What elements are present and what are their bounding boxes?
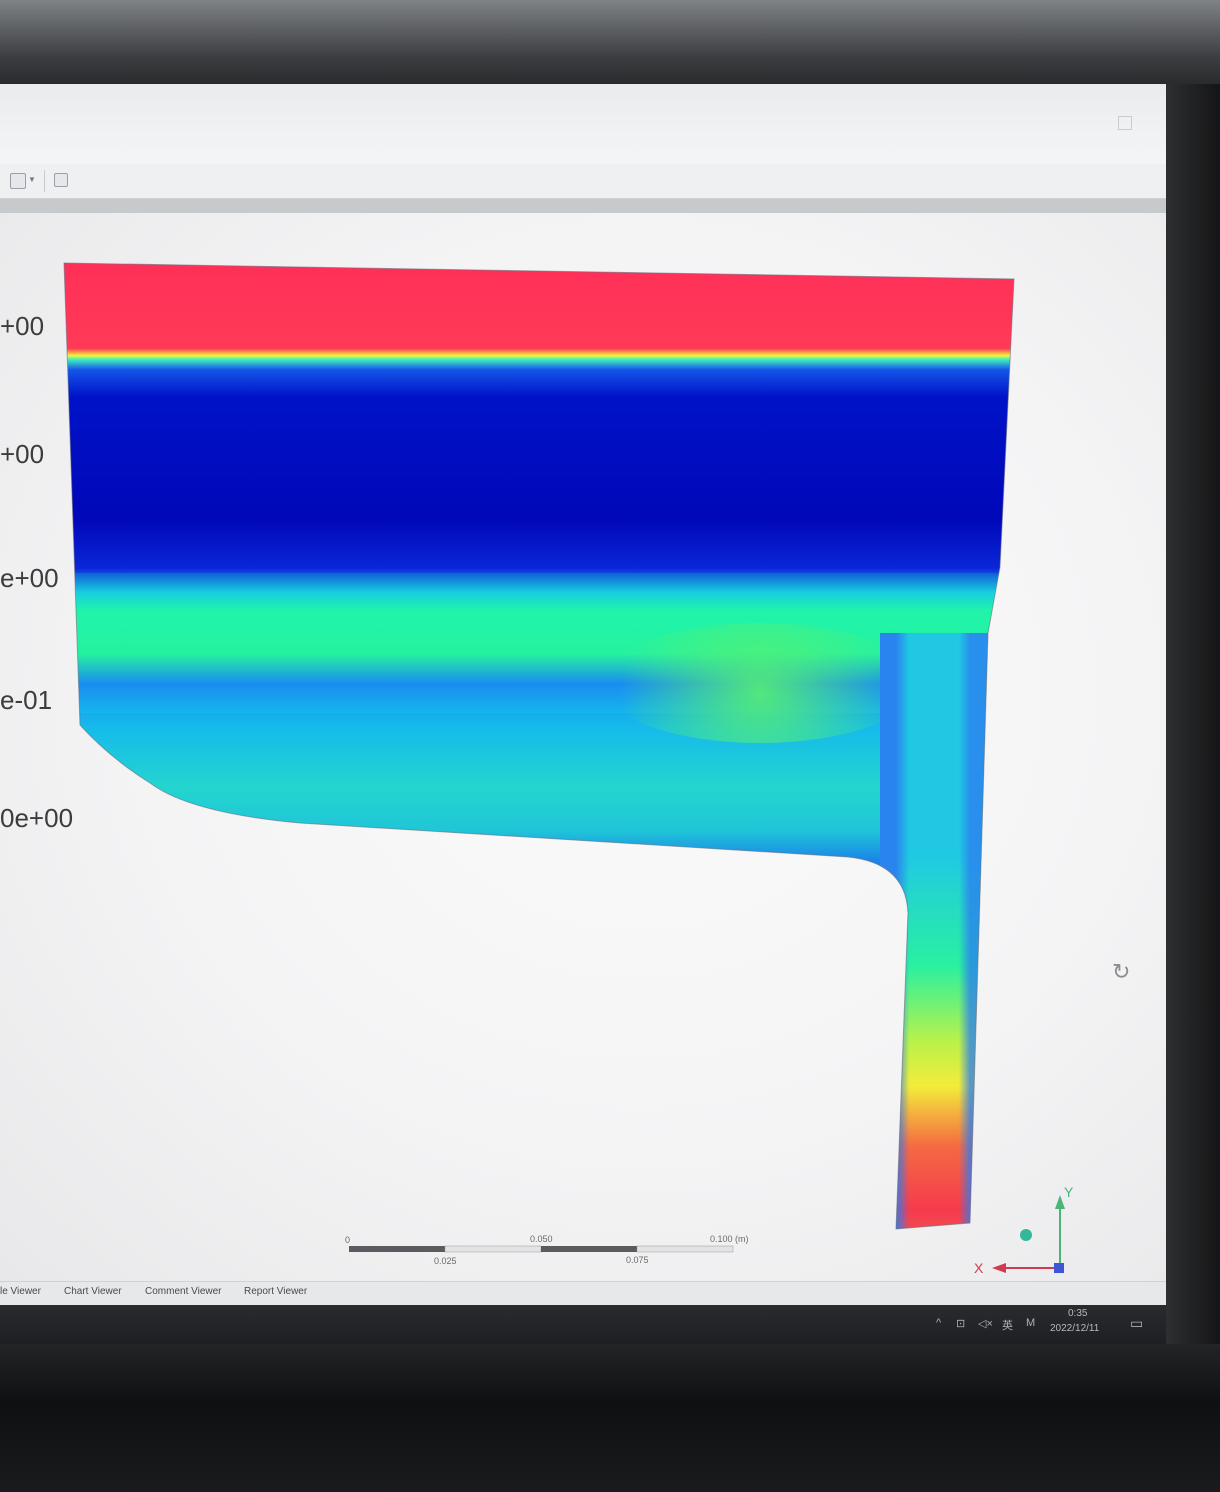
z-axis-marker — [1054, 1263, 1064, 1273]
tree-icon[interactable] — [54, 173, 68, 187]
scale-tick-label: 0 — [345, 1235, 350, 1245]
screen: ▼ +00 +00 e+00 e-01 0e+00 ↻ Y X 0 0.050 … — [0, 84, 1166, 1344]
3d-viewer[interactable]: +00 +00 e+00 e-01 0e+00 ↻ Y X 0 0.050 0.… — [0, 213, 1166, 1281]
contour-plot — [63, 262, 1015, 1230]
tab-report-viewer[interactable]: Report Viewer — [244, 1286, 307, 1297]
chevron-up-icon[interactable]: ^ — [936, 1317, 941, 1329]
clock-time[interactable]: 0:35 — [1068, 1308, 1087, 1319]
x-axis-label: X — [974, 1260, 984, 1276]
volume-muted-icon[interactable]: ◁× — [978, 1317, 993, 1330]
panel-divider — [0, 199, 1166, 213]
monitor-bezel-bottom — [0, 1344, 1220, 1492]
tab-chart-viewer[interactable]: Chart Viewer — [64, 1286, 122, 1297]
network-icon[interactable]: ⊡ — [956, 1317, 965, 1330]
axis-triad: Y X — [974, 1184, 1074, 1276]
x-axis-arrow — [992, 1263, 1006, 1273]
scale-tick-label: 0.050 — [530, 1234, 553, 1244]
chevron-down-icon[interactable]: ▼ — [28, 175, 36, 184]
clock-date[interactable]: 2022/12/11 — [1050, 1323, 1099, 1334]
monitor-bezel-top — [0, 0, 1220, 84]
scale-segment — [349, 1246, 445, 1252]
y-axis-label: Y — [1064, 1184, 1074, 1200]
view-origin-dot — [1020, 1229, 1032, 1241]
notification-icon[interactable]: ▭ — [1130, 1315, 1143, 1332]
ime-mode-icon[interactable]: M — [1026, 1317, 1035, 1329]
window-icon[interactable] — [10, 173, 26, 189]
toolbar-divider — [44, 170, 45, 192]
toolbar: ▼ — [0, 164, 1166, 199]
scale-tick-label: 0.075 — [626, 1255, 649, 1265]
window-titlebar — [0, 84, 1166, 165]
scale-segment — [636, 1245, 734, 1253]
input-method-icon[interactable]: 英 — [1002, 1317, 1013, 1333]
minimize-icon[interactable] — [1118, 116, 1132, 130]
scale-segment — [541, 1246, 637, 1252]
viewer-tabs: le Viewer Chart Viewer Comment Viewer Re… — [0, 1281, 1166, 1306]
scale-bar: 0 0.050 0.100 (m) 0.025 0.075 — [345, 1234, 749, 1266]
scale-segment — [444, 1245, 542, 1253]
rotate-view-icon[interactable]: ↻ — [1112, 959, 1130, 985]
tab-comment-viewer[interactable]: Comment Viewer — [145, 1286, 222, 1297]
taskbar: ^ ⊡ ◁× 英 M 0:35 2022/12/11 ▭ — [0, 1305, 1166, 1344]
tab-3d-viewer[interactable]: le Viewer — [0, 1286, 41, 1297]
scale-tick-label: 0.025 — [434, 1256, 457, 1266]
monitor-bezel-right — [1166, 84, 1220, 1344]
scale-tick-label: 0.100 (m) — [710, 1234, 749, 1244]
